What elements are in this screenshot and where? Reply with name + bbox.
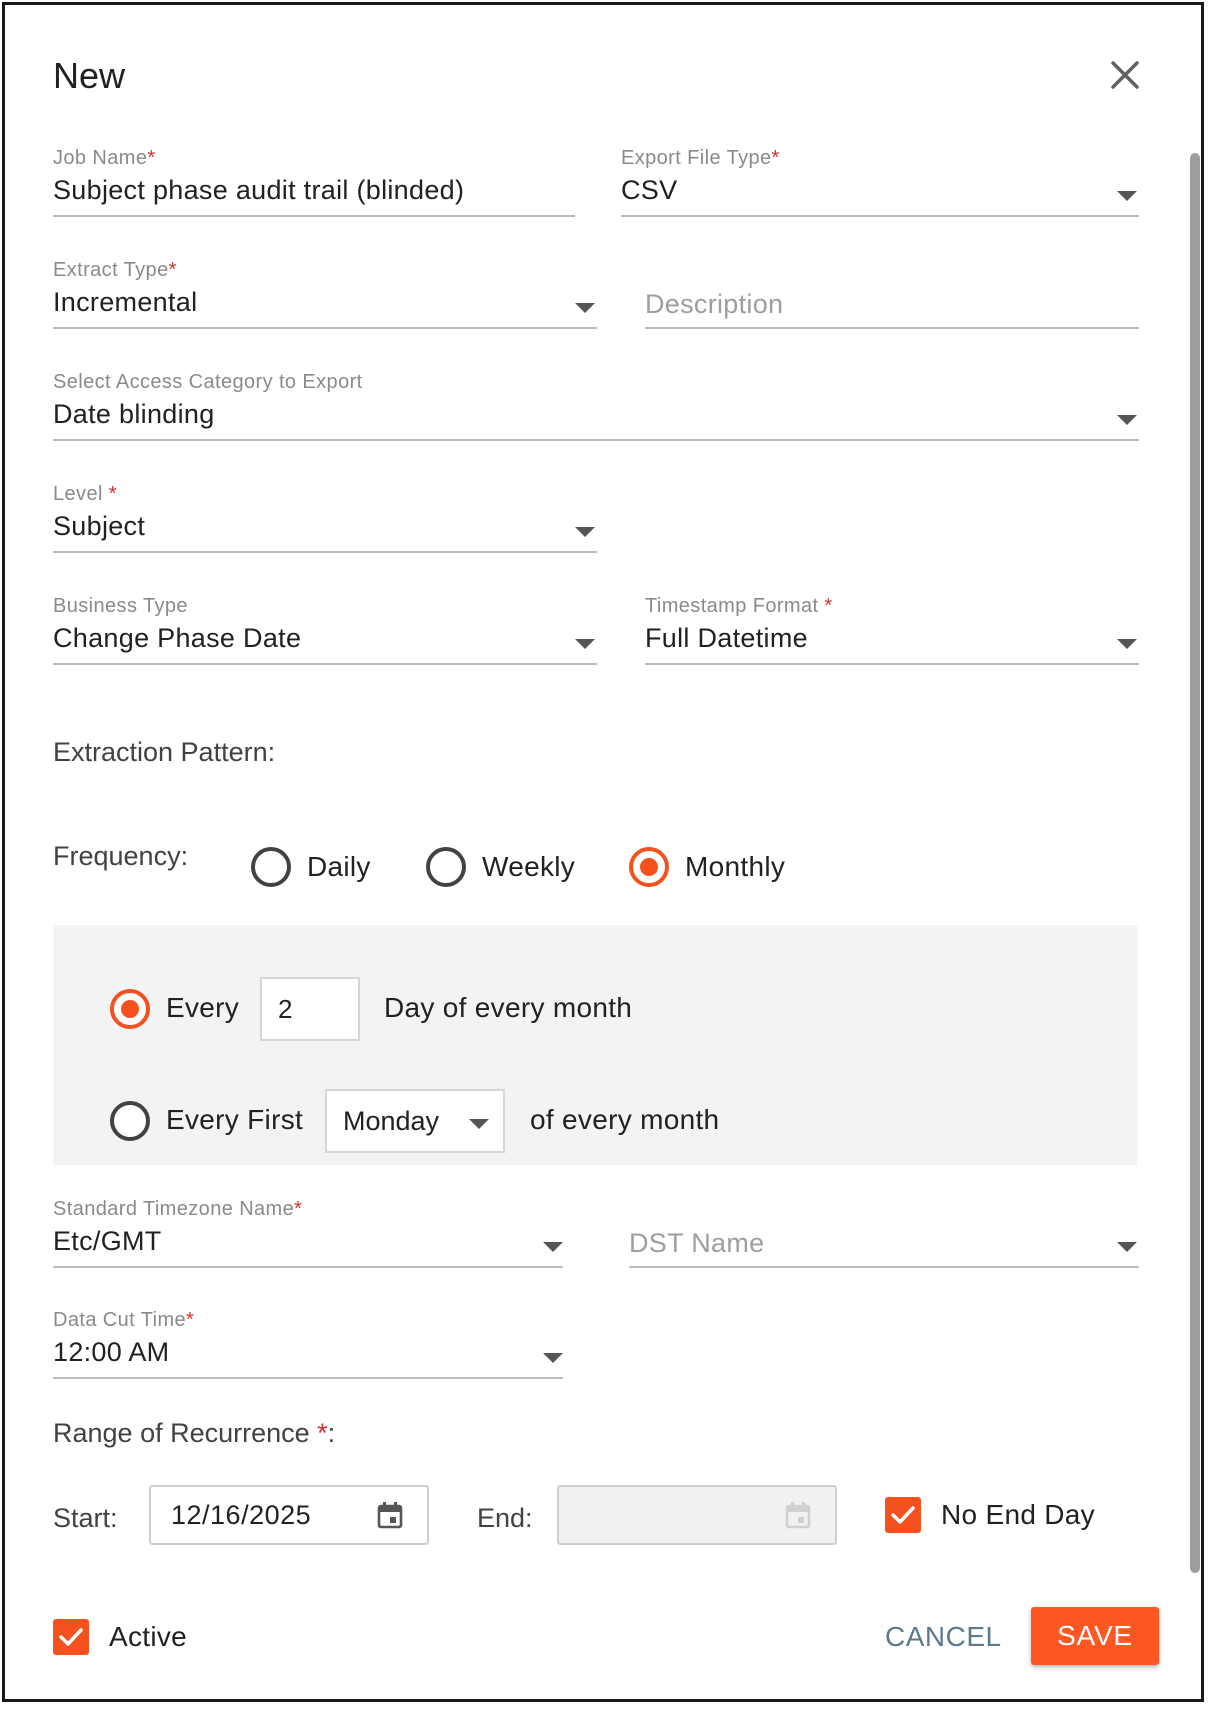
- access-category-value: Date blinding: [53, 399, 215, 429]
- extract-type-label: Extract Type*: [53, 259, 177, 281]
- export-file-type-label: Export File Type*: [621, 147, 780, 169]
- data-cut-time-label: Data Cut Time*: [53, 1309, 195, 1331]
- chevron-down-icon: [1117, 639, 1137, 649]
- job-name-underline: [53, 215, 575, 217]
- chevron-down-icon: [1117, 191, 1137, 201]
- cancel-button[interactable]: CANCEL: [885, 1621, 1002, 1653]
- timezone-underline: [53, 1266, 563, 1268]
- check-icon: [59, 1628, 83, 1646]
- every-first-label: Every First: [166, 1104, 304, 1135]
- scrollbar-thumb[interactable]: [1190, 153, 1200, 1573]
- dialog-title: New: [53, 55, 126, 96]
- timestamp-format-label: Timestamp Format *: [645, 595, 833, 617]
- start-date-input[interactable]: 12/16/2025: [149, 1485, 429, 1545]
- start-label: Start:: [53, 1503, 118, 1533]
- active-checkbox[interactable]: [53, 1619, 89, 1655]
- dst-name-underline: [629, 1266, 1139, 1268]
- chevron-down-icon: [1117, 415, 1137, 425]
- job-name-field[interactable]: Job Name* Subject phase audit trail (bli…: [53, 147, 575, 219]
- extract-type-select[interactable]: Extract Type* Incremental: [53, 259, 597, 331]
- day-of-every-month-label: Day of every month: [384, 992, 633, 1023]
- business-type-underline: [53, 663, 597, 665]
- chevron-down-icon: [469, 1119, 489, 1129]
- export-file-type-underline: [621, 215, 1139, 217]
- save-button[interactable]: SAVE: [1031, 1607, 1159, 1665]
- chevron-down-icon: [575, 527, 595, 537]
- radio-every-day[interactable]: [110, 989, 150, 1029]
- chevron-down-icon: [575, 639, 595, 649]
- chevron-down-icon: [575, 303, 595, 313]
- start-date-value: 12/16/2025: [171, 1499, 312, 1530]
- timestamp-format-underline: [645, 663, 1139, 665]
- data-cut-time-underline: [53, 1377, 563, 1379]
- frequency-label: Frequency:: [53, 841, 189, 871]
- end-date-input[interactable]: [557, 1485, 837, 1545]
- dst-name-placeholder: DST Name: [629, 1228, 765, 1258]
- calendar-icon: [785, 1501, 811, 1536]
- data-cut-time-select[interactable]: Data Cut Time* 12:00 AM: [53, 1309, 563, 1381]
- no-end-day-label[interactable]: No End Day: [941, 1499, 1095, 1531]
- timestamp-format-value: Full Datetime: [645, 623, 808, 653]
- level-select[interactable]: Level * Subject: [53, 483, 597, 555]
- timestamp-format-select[interactable]: Timestamp Format * Full Datetime: [645, 595, 1139, 667]
- description-input[interactable]: Description: [645, 289, 783, 320]
- business-type-value: Change Phase Date: [53, 623, 302, 653]
- extract-type-underline: [53, 327, 597, 329]
- chevron-down-icon: [543, 1242, 563, 1252]
- radio-daily[interactable]: [251, 847, 291, 887]
- level-value: Subject: [53, 511, 146, 541]
- extract-type-value: Incremental: [53, 287, 198, 317]
- end-label: End:: [477, 1503, 533, 1533]
- check-icon: [891, 1506, 915, 1524]
- new-job-dialog: New Job Name* Subject phase audit trail …: [2, 2, 1204, 1702]
- job-name-label: Job Name*: [53, 147, 156, 169]
- timezone-value: Etc/GMT: [53, 1226, 162, 1256]
- access-category-select[interactable]: Select Access Category to Export Date bl…: [53, 371, 1139, 443]
- active-label[interactable]: Active: [109, 1621, 187, 1653]
- data-cut-time-value: 12:00 AM: [53, 1337, 170, 1367]
- radio-monthly[interactable]: [629, 847, 669, 887]
- range-of-recurrence-title: Range of Recurrence *:: [53, 1418, 336, 1448]
- calendar-icon[interactable]: [377, 1501, 403, 1536]
- job-name-input[interactable]: Subject phase audit trail (blinded): [53, 175, 464, 206]
- dst-name-select[interactable]: DST Name: [629, 1198, 1139, 1270]
- business-type-select[interactable]: Business Type Change Phase Date: [53, 595, 597, 667]
- timezone-label: Standard Timezone Name*: [53, 1198, 303, 1220]
- export-file-type-select[interactable]: Export File Type* CSV: [621, 147, 1139, 219]
- access-category-label: Select Access Category to Export: [53, 371, 363, 393]
- level-label: Level *: [53, 483, 117, 505]
- timezone-select[interactable]: Standard Timezone Name* Etc/GMT: [53, 1198, 563, 1270]
- weekday-select[interactable]: Monday: [325, 1089, 505, 1153]
- business-type-label: Business Type: [53, 595, 188, 617]
- every-label: Every: [166, 992, 240, 1023]
- radio-weekly-label[interactable]: Weekly: [482, 851, 575, 883]
- day-of-month-input[interactable]: 2: [260, 977, 360, 1041]
- chevron-down-icon: [1117, 1242, 1137, 1252]
- of-every-month-label: of every month: [530, 1104, 720, 1135]
- radio-weekly[interactable]: [426, 847, 466, 887]
- close-icon[interactable]: [1105, 55, 1145, 95]
- radio-every-first[interactable]: [110, 1101, 150, 1141]
- radio-daily-label[interactable]: Daily: [307, 851, 371, 883]
- level-underline: [53, 551, 597, 553]
- export-file-type-value: CSV: [621, 175, 678, 205]
- description-underline: [645, 327, 1139, 329]
- radio-monthly-label[interactable]: Monthly: [685, 851, 785, 883]
- no-end-day-checkbox[interactable]: [885, 1497, 921, 1533]
- description-field[interactable]: Description: [645, 259, 1139, 331]
- access-category-underline: [53, 439, 1139, 441]
- weekday-value: Monday: [343, 1105, 440, 1136]
- chevron-down-icon: [543, 1353, 563, 1363]
- monthly-options-panel: Every 2 Day of every month Every First M…: [53, 925, 1137, 1165]
- extraction-pattern-title: Extraction Pattern:: [53, 737, 276, 767]
